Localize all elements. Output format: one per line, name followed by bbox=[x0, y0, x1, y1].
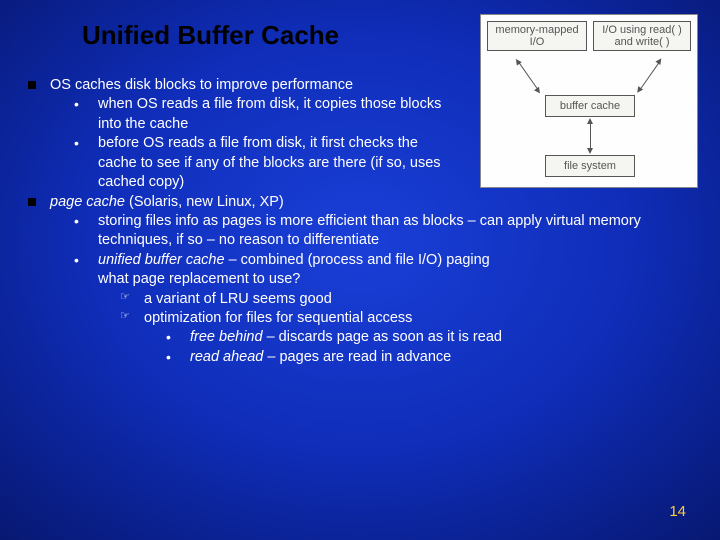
bullet-text: free behind – discards page as soon as i… bbox=[190, 328, 694, 347]
bullet-l3: ☞ optimization for files for sequential a… bbox=[28, 309, 694, 328]
bullet-text: a variant of LRU seems good bbox=[144, 290, 694, 309]
bullet-text: optimization for files for sequential ac… bbox=[144, 309, 694, 328]
dot-bullet-icon: • bbox=[74, 251, 88, 290]
square-bullet-icon bbox=[28, 198, 36, 206]
dot-bullet-icon: • bbox=[74, 95, 88, 134]
slide-title: Unified Buffer Cache bbox=[82, 20, 339, 51]
bullet-text: OS caches disk blocks to improve perform… bbox=[50, 76, 420, 95]
dot-bullet-icon: • bbox=[166, 348, 180, 367]
bullet-text: storing files info as pages is more effi… bbox=[98, 212, 694, 251]
bullet-l2: • storing files info as pages is more eff… bbox=[28, 212, 694, 251]
pointer-bullet-icon: ☞ bbox=[120, 309, 134, 328]
dot-bullet-icon: • bbox=[74, 134, 88, 192]
bullet-text: unified buffer cache – combined (process… bbox=[98, 251, 694, 290]
bullet-text: before OS reads a file from disk, it fir… bbox=[98, 134, 458, 192]
page-number: 14 bbox=[669, 503, 686, 520]
bullet-l1: OS caches disk blocks to improve perform… bbox=[28, 76, 694, 95]
diagram-box-rw: I/O using read( ) and write( ) bbox=[593, 21, 691, 51]
bullet-l2: •before OS reads a file from disk, it fi… bbox=[28, 134, 694, 192]
diagram-box-mmio: memory-mapped I/O bbox=[487, 21, 587, 51]
bullet-text: page cache (Solaris, new Linux, XP) bbox=[50, 193, 694, 212]
bullet-l4: • free behind – discards page as soon as … bbox=[28, 328, 694, 347]
pointer-bullet-icon: ☞ bbox=[120, 290, 134, 309]
bullet-l1: page cache (Solaris, new Linux, XP) bbox=[28, 193, 694, 212]
bullet-l3: ☞ a variant of LRU seems good bbox=[28, 290, 694, 309]
dot-bullet-icon: • bbox=[166, 328, 180, 347]
dot-bullet-icon: • bbox=[74, 212, 88, 251]
bullet-l4: • read ahead – pages are read in advance bbox=[28, 348, 694, 367]
slide-content: OS caches disk blocks to improve perform… bbox=[28, 76, 694, 367]
bullet-text: when OS reads a file from disk, it copie… bbox=[98, 95, 458, 134]
bullet-l2: • when OS reads a file from disk, it copi… bbox=[28, 95, 694, 134]
square-bullet-icon bbox=[28, 81, 36, 89]
bullet-text: read ahead – pages are read in advance bbox=[190, 348, 694, 367]
bullet-l2: • unified buffer cache – combined (proces… bbox=[28, 251, 694, 290]
